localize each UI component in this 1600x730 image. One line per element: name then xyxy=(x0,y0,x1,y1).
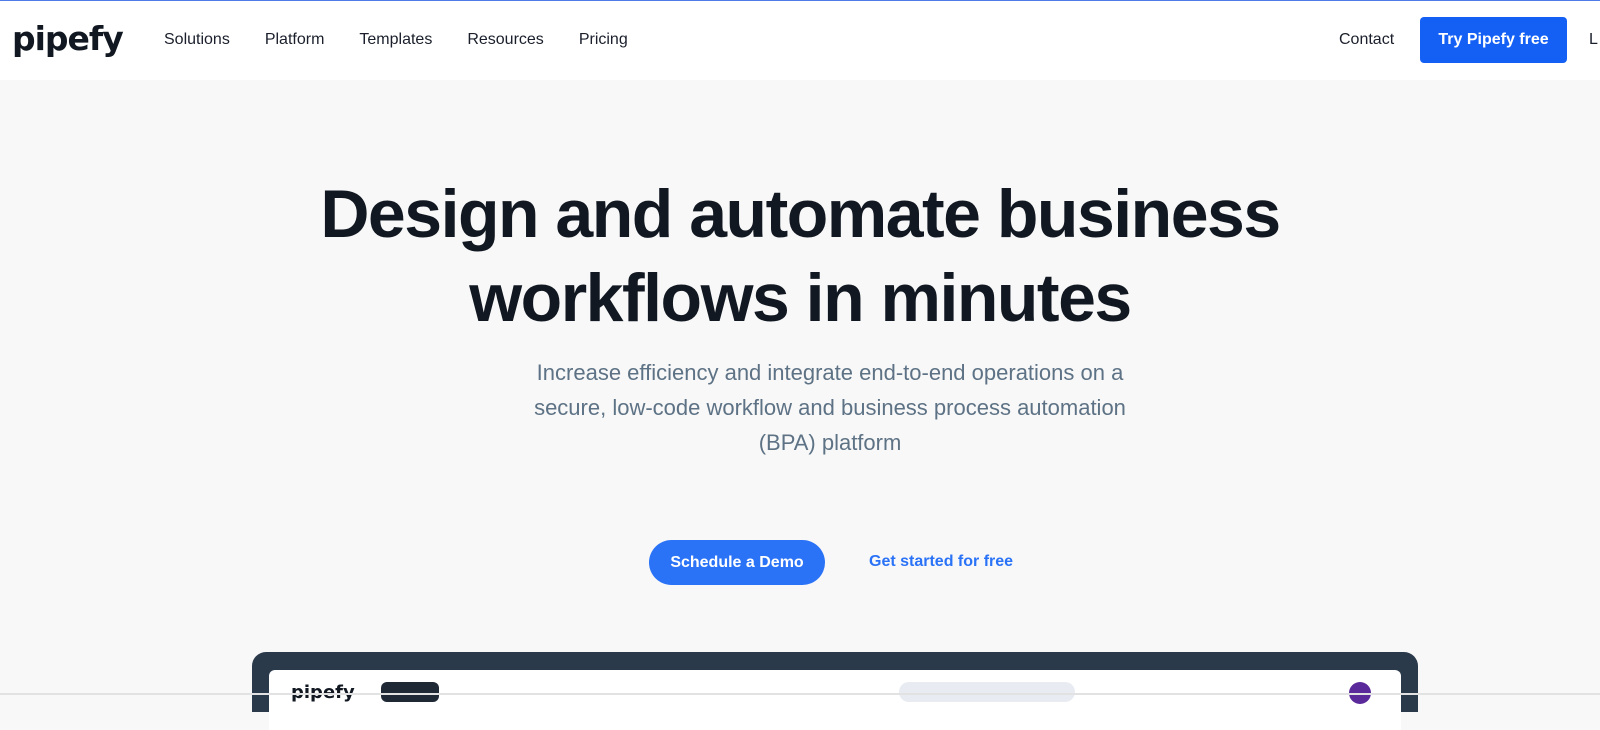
login-link[interactable]: L xyxy=(1589,31,1598,49)
hero-title: Design and automate business workflows i… xyxy=(0,172,1600,340)
site-header: pipefy Solutions Platform Templates Reso… xyxy=(0,1,1600,80)
product-preview-window: pipefy xyxy=(269,670,1401,730)
contact-link[interactable]: Contact xyxy=(1339,31,1394,49)
nav-item-templates[interactable]: Templates xyxy=(359,31,432,49)
hero-subtitle-line-2: secure, low-code workflow and business p… xyxy=(534,395,1126,420)
schedule-demo-button[interactable]: Schedule a Demo xyxy=(649,540,825,585)
preview-tab-pill xyxy=(381,682,439,702)
hero-title-line-1: Design and automate business xyxy=(320,176,1281,252)
main-nav: Solutions Platform Templates Resources P… xyxy=(164,31,663,49)
product-preview-frame: pipefy xyxy=(252,652,1418,730)
hero-title-line-2: workflows in minutes xyxy=(469,260,1132,336)
nav-item-solutions[interactable]: Solutions xyxy=(164,31,230,49)
hero-subtitle-line-3: (BPA) platform xyxy=(758,430,902,455)
nav-item-resources[interactable]: Resources xyxy=(467,31,543,49)
pipefy-logo[interactable]: pipefy xyxy=(12,19,124,58)
hero-subtitle-line-1: Increase efficiency and integrate end-to… xyxy=(536,360,1124,385)
hero-subtitle: Increase efficiency and integrate end-to… xyxy=(500,355,1160,460)
try-free-button[interactable]: Try Pipefy free xyxy=(1420,17,1567,63)
preview-search-bar xyxy=(899,682,1075,702)
nav-item-pricing[interactable]: Pricing xyxy=(579,31,628,49)
get-started-free-link[interactable]: Get started for free xyxy=(869,553,1013,571)
nav-item-platform[interactable]: Platform xyxy=(265,31,325,49)
